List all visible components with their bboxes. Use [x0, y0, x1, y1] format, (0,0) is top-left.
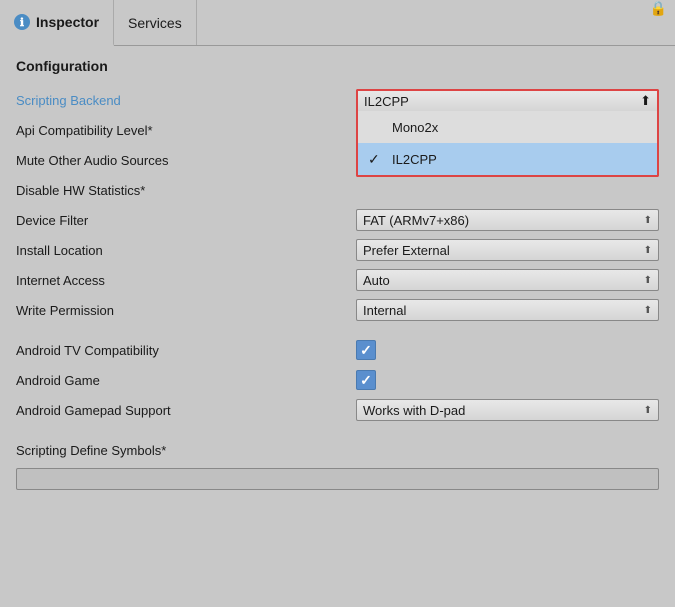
- tab-inspector-label: Inspector: [36, 14, 99, 30]
- internet-access-arrow: ⬆: [644, 275, 652, 286]
- ctrl-scripting-backend: IL2CPP ⬆ Mono2x ✓ IL2CPP: [356, 89, 659, 111]
- scripting-backend-btn[interactable]: IL2CPP ⬆: [356, 89, 659, 111]
- ctrl-android-game: ✓: [356, 370, 659, 390]
- label-api-compat: Api Compatibility Level*: [16, 123, 356, 138]
- dropdown-arrow: ⬆: [640, 93, 651, 109]
- label-device-filter: Device Filter: [16, 213, 356, 228]
- android-game-checkbox[interactable]: ✓: [356, 370, 376, 390]
- label-scripting-backend: Scripting Backend: [16, 93, 356, 108]
- ctrl-install-location: Prefer External ⬆: [356, 239, 659, 261]
- android-tv-checkbox-area: ✓: [356, 340, 376, 360]
- row-internet-access: Internet Access Auto ⬆: [16, 266, 659, 294]
- row-scripting-symbols: Scripting Define Symbols*: [16, 436, 659, 464]
- il2cpp-check: ✓: [368, 151, 384, 168]
- inspector-content: Configuration Scripting Backend IL2CPP ⬆: [0, 46, 675, 607]
- internet-access-value: Auto: [363, 273, 390, 288]
- row-gamepad-support: Android Gamepad Support Works with D-pad…: [16, 396, 659, 424]
- label-mute-audio: Mute Other Audio Sources: [16, 153, 356, 168]
- ctrl-internet-access: Auto ⬆: [356, 269, 659, 291]
- row-device-filter: Device Filter FAT (ARMv7+x86) ⬆: [16, 206, 659, 234]
- tab-services[interactable]: Services: [114, 0, 197, 45]
- internet-access-dropdown[interactable]: Auto ⬆: [356, 269, 659, 291]
- android-game-checkbox-area: ✓: [356, 370, 376, 390]
- write-permission-dropdown[interactable]: Internal ⬆: [356, 299, 659, 321]
- device-filter-arrow: ⬆: [644, 215, 652, 226]
- row-hw-stats: Disable HW Statistics*: [16, 176, 659, 204]
- tab-services-label: Services: [128, 15, 182, 31]
- gamepad-support-arrow: ⬆: [644, 405, 652, 416]
- android-game-check: ✓: [360, 372, 372, 389]
- android-tv-checkbox[interactable]: ✓: [356, 340, 376, 360]
- mono2x-label: Mono2x: [392, 120, 438, 135]
- tab-bar: ℹ Inspector Services 🔒: [0, 0, 675, 46]
- info-icon: ℹ: [14, 14, 30, 30]
- il2cpp-label: IL2CPP: [392, 152, 437, 167]
- main-window: ℹ Inspector Services 🔒 Configuration Scr…: [0, 0, 675, 607]
- gamepad-support-dropdown[interactable]: Works with D-pad ⬆: [356, 399, 659, 421]
- row-write-permission: Write Permission Internal ⬆: [16, 296, 659, 324]
- option-mono2x[interactable]: Mono2x: [358, 111, 657, 143]
- row-android-tv: Android TV Compatibility ✓: [16, 336, 659, 364]
- label-android-game: Android Game: [16, 373, 356, 388]
- row-install-location: Install Location Prefer External ⬆: [16, 236, 659, 264]
- row-android-game: Android Game ✓: [16, 366, 659, 394]
- label-internet-access: Internet Access: [16, 273, 356, 288]
- section-title: Configuration: [16, 58, 659, 74]
- android-tv-check: ✓: [360, 342, 372, 359]
- device-filter-dropdown[interactable]: FAT (ARMv7+x86) ⬆: [356, 209, 659, 231]
- scripting-backend-menu: Mono2x ✓ IL2CPP: [356, 111, 659, 177]
- form-rows: Scripting Backend IL2CPP ⬆ Mono2x: [16, 86, 659, 490]
- label-write-permission: Write Permission: [16, 303, 356, 318]
- write-permission-value: Internal: [363, 303, 406, 318]
- option-il2cpp[interactable]: ✓ IL2CPP: [358, 143, 657, 175]
- label-hw-stats: Disable HW Statistics*: [16, 183, 356, 198]
- ctrl-device-filter: FAT (ARMv7+x86) ⬆: [356, 209, 659, 231]
- install-location-value: Prefer External: [363, 243, 450, 258]
- install-location-dropdown[interactable]: Prefer External ⬆: [356, 239, 659, 261]
- label-install-location: Install Location: [16, 243, 356, 258]
- tab-inspector[interactable]: ℹ Inspector: [0, 0, 114, 46]
- row-scripting-backend: Scripting Backend IL2CPP ⬆ Mono2x: [16, 86, 659, 114]
- scripting-symbols-input[interactable]: [16, 468, 659, 490]
- gamepad-support-value: Works with D-pad: [363, 403, 465, 418]
- scripting-symbols-input-row: [16, 468, 659, 490]
- label-gamepad-support: Android Gamepad Support: [16, 403, 356, 418]
- ctrl-write-permission: Internal ⬆: [356, 299, 659, 321]
- ctrl-gamepad-support: Works with D-pad ⬆: [356, 399, 659, 421]
- label-scripting-symbols: Scripting Define Symbols*: [16, 443, 356, 458]
- install-location-arrow: ⬆: [644, 245, 652, 256]
- lock-icon[interactable]: 🔒: [650, 0, 667, 45]
- ctrl-android-tv: ✓: [356, 340, 659, 360]
- scripting-backend-value: IL2CPP: [364, 94, 409, 109]
- write-permission-arrow: ⬆: [644, 305, 652, 316]
- label-android-tv: Android TV Compatibility: [16, 343, 356, 358]
- device-filter-value: FAT (ARMv7+x86): [363, 213, 469, 228]
- scripting-backend-dropdown[interactable]: IL2CPP ⬆ Mono2x ✓ IL2CPP: [356, 89, 659, 111]
